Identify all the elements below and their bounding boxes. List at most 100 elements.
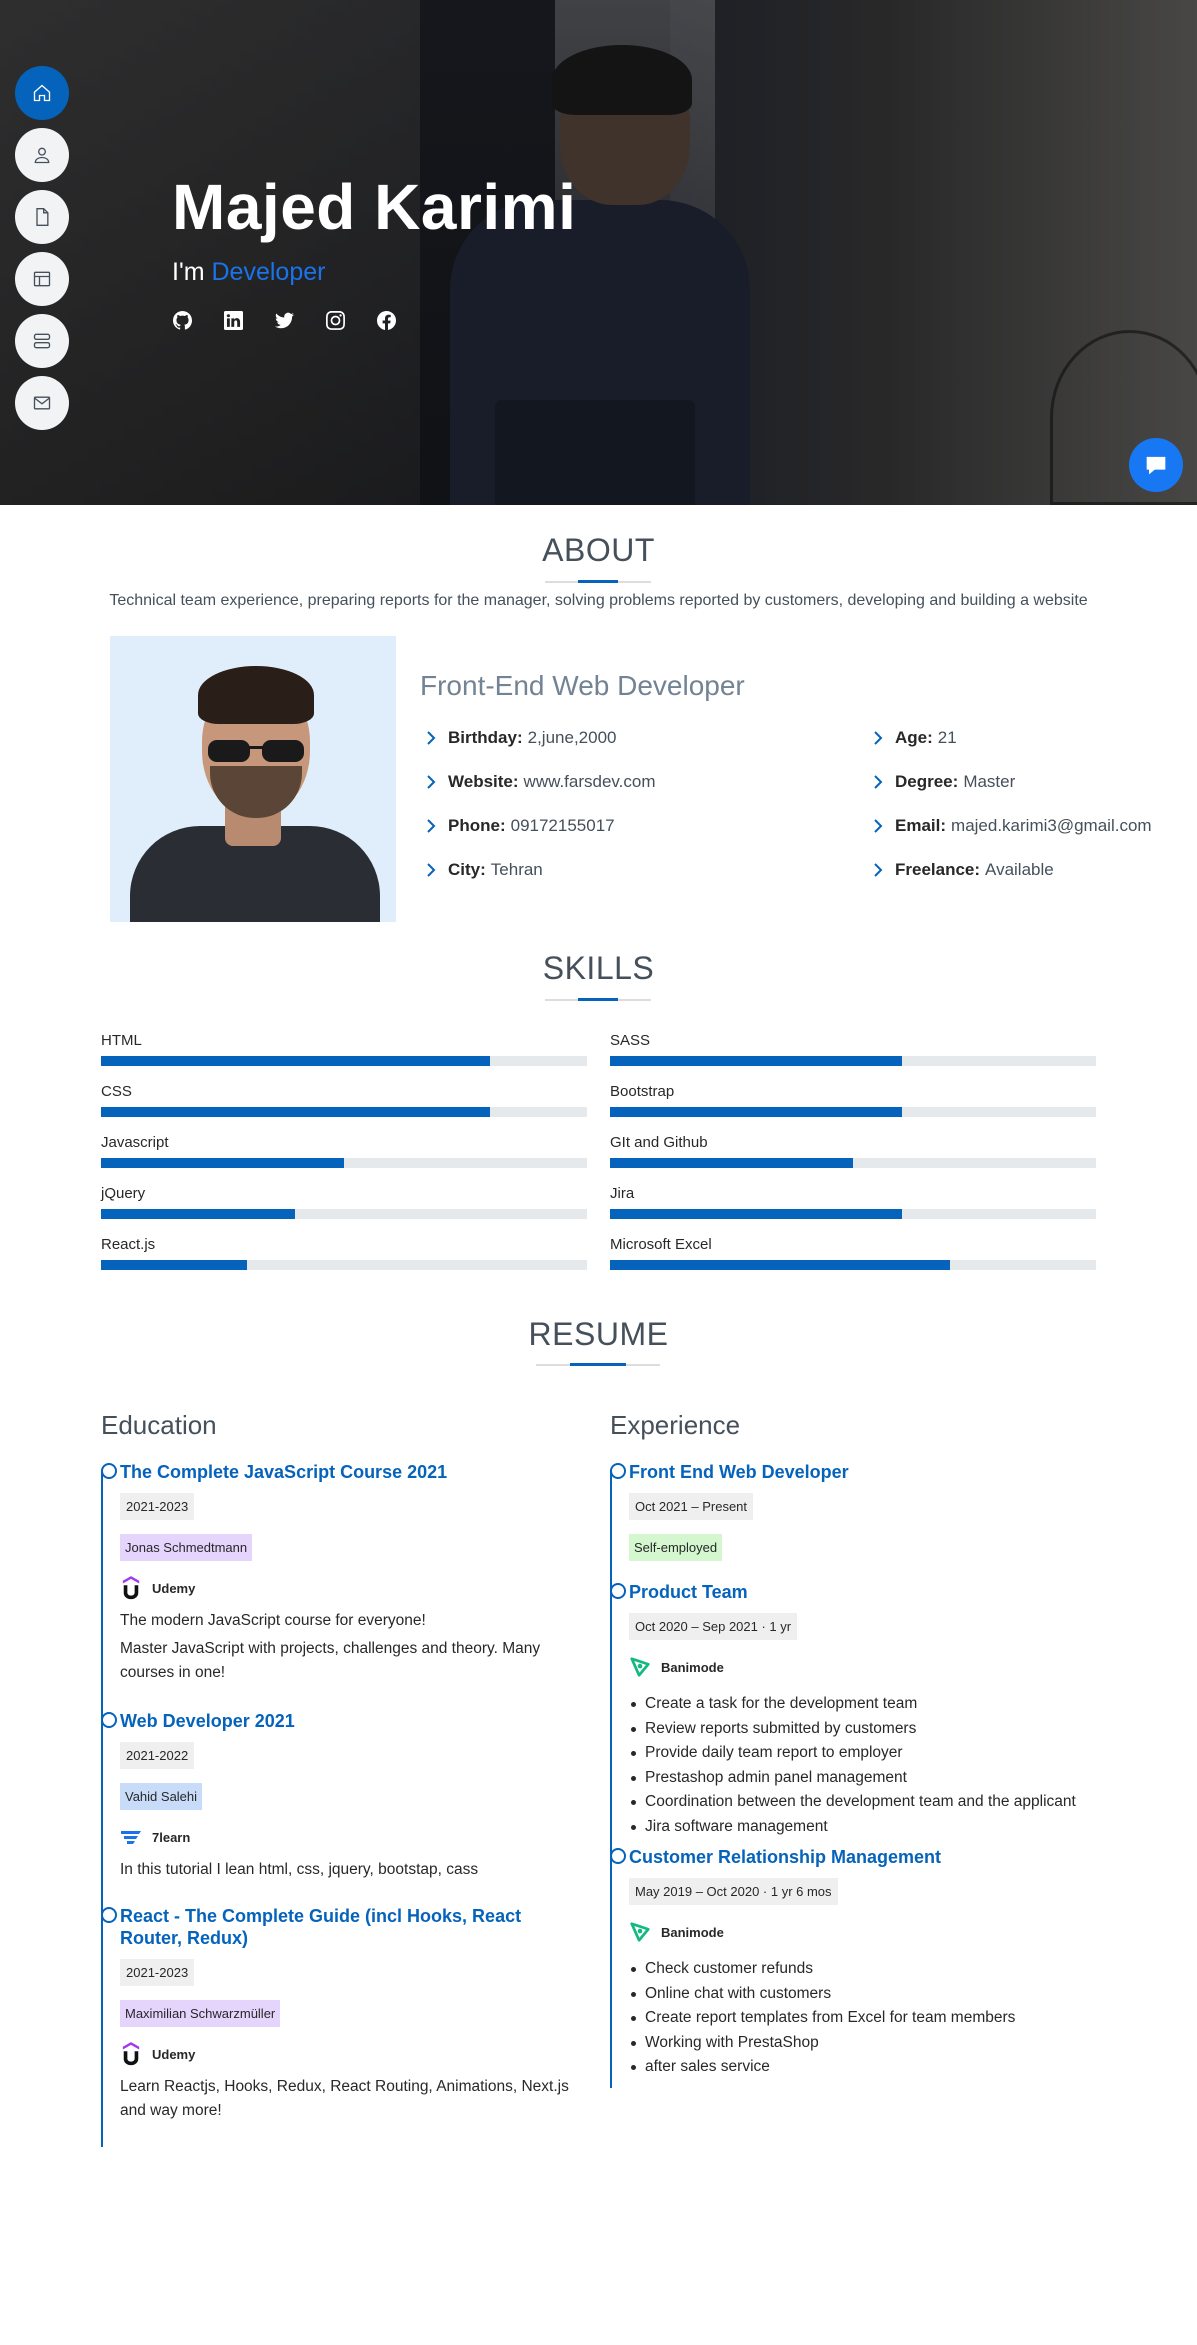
education-item-date: 2021-2023 bbox=[120, 1493, 195, 1520]
hero-subtitle: I'm Developer bbox=[172, 258, 325, 287]
skill-name: Jira bbox=[610, 1185, 635, 1202]
facebook-icon[interactable] bbox=[376, 310, 397, 331]
list-item: Prestashop admin panel management bbox=[629, 1766, 1089, 1791]
skill-progress-track bbox=[610, 1209, 1096, 1219]
skill-progress-fill bbox=[101, 1260, 247, 1270]
nav-home-button[interactable] bbox=[15, 66, 69, 120]
linkedin-icon[interactable] bbox=[223, 310, 244, 331]
hero-typed-text: Developer bbox=[211, 258, 326, 286]
experience-timeline bbox=[610, 1470, 612, 2088]
side-navigation bbox=[15, 66, 69, 430]
instructor-tag: Maximilian Schwarzmüller bbox=[120, 2000, 281, 2027]
timeline-dot bbox=[101, 1463, 117, 1479]
skill-progress-track bbox=[101, 1158, 587, 1168]
7learn-logo-icon bbox=[120, 1823, 142, 1851]
skill-name: Microsoft Excel bbox=[610, 1236, 712, 1253]
experience-item-date: Oct 2021 – Present bbox=[629, 1493, 754, 1520]
nav-contact-button[interactable] bbox=[15, 376, 69, 430]
education-item-title: React - The Complete Guide (incl Hooks, … bbox=[120, 1906, 522, 1948]
file-icon bbox=[36, 208, 49, 226]
chevron-right-icon bbox=[871, 819, 885, 833]
education-desc: Master JavaScript with projects, challen… bbox=[120, 1640, 541, 1681]
skill-progress-fill bbox=[610, 1107, 902, 1117]
list-item: Coordination between the development tea… bbox=[629, 1790, 1089, 1815]
skill-progress-track bbox=[610, 1107, 1096, 1117]
education-title: Education bbox=[101, 1410, 217, 1440]
skill-item: jQuery bbox=[101, 1185, 587, 1219]
nav-resume-button[interactable] bbox=[15, 190, 69, 244]
skill-progress-fill bbox=[101, 1158, 344, 1168]
info-email: Email: majed.karimi3@gmail.com bbox=[871, 816, 1152, 836]
list-item: Check customer refunds bbox=[629, 1957, 1089, 1982]
skill-progress-fill bbox=[610, 1260, 951, 1270]
person-icon bbox=[34, 147, 50, 164]
skill-name: jQuery bbox=[101, 1185, 146, 1202]
profile-photo bbox=[110, 636, 396, 922]
resume-title: RESUME bbox=[528, 1316, 669, 1352]
list-item: Working with PrestaShop bbox=[629, 2031, 1089, 2056]
udemy-logo-icon bbox=[120, 1574, 142, 1602]
udemy-logo-icon bbox=[120, 2040, 142, 2068]
skill-item: Microsoft Excel bbox=[610, 1236, 1096, 1270]
skill-item: Jira bbox=[610, 1185, 1096, 1219]
skill-name: Bootstrap bbox=[610, 1083, 675, 1100]
chevron-right-icon bbox=[871, 775, 885, 789]
education-org: 7learn bbox=[120, 1822, 580, 1852]
experience-item: Product Team Oct 2020 – Sep 2021 · 1 yr … bbox=[610, 1581, 1089, 1839]
hero-prefix: I'm bbox=[172, 258, 205, 286]
instructor-tag: Jonas Schmedtmann bbox=[120, 1534, 253, 1561]
list-item: after sales service bbox=[629, 2055, 1089, 2080]
instagram-icon[interactable] bbox=[325, 310, 346, 331]
banimode-logo-icon bbox=[629, 1653, 651, 1681]
experience-org: Banimode bbox=[629, 1917, 1089, 1947]
education-desc: Learn Reactjs, Hooks, Redux, React Routi… bbox=[120, 2078, 569, 2119]
timeline-dot bbox=[101, 1907, 117, 1923]
info-website: Website: www.farsdev.com bbox=[424, 772, 656, 792]
education-org: Udemy bbox=[120, 1573, 580, 1603]
chevron-right-icon bbox=[424, 863, 438, 877]
education-timeline bbox=[101, 1470, 103, 2147]
skill-item: GIt and Github bbox=[610, 1134, 1096, 1168]
experience-item-date: May 2019 – Oct 2020 · 1 yr 6 mos bbox=[629, 1878, 838, 1905]
experience-item-date: Oct 2020 – Sep 2021 · 1 yr bbox=[629, 1613, 798, 1640]
skill-progress-fill bbox=[610, 1056, 902, 1066]
portfolio-icon bbox=[33, 271, 51, 287]
info-phone: Phone: 09172155017 bbox=[424, 816, 615, 836]
chat-icon bbox=[1146, 456, 1166, 475]
nav-portfolio-button[interactable] bbox=[15, 252, 69, 306]
education-org: Udemy bbox=[120, 2039, 580, 2069]
education-item: Web Developer 2021 2021-2022 Vahid Saleh… bbox=[101, 1710, 580, 1882]
skills-title-underline bbox=[545, 998, 651, 1001]
skill-progress-track bbox=[101, 1209, 587, 1219]
skill-progress-track bbox=[101, 1056, 587, 1066]
twitter-icon[interactable] bbox=[274, 310, 295, 331]
list-item: Create report templates from Excel for t… bbox=[629, 2006, 1089, 2031]
education-org-name: Udemy bbox=[152, 2046, 196, 2062]
chevron-right-icon bbox=[424, 731, 438, 745]
nav-services-button[interactable] bbox=[15, 314, 69, 368]
education-desc: The modern JavaScript course for everyon… bbox=[120, 1612, 426, 1629]
experience-item-title: Product Team bbox=[629, 1582, 748, 1602]
skill-progress-track bbox=[101, 1260, 587, 1270]
banimode-logo-icon bbox=[629, 1918, 651, 1946]
education-org-name: 7learn bbox=[152, 1829, 191, 1845]
experience-item: Customer Relationship Management May 201… bbox=[610, 1846, 1089, 2080]
skill-item: Bootstrap bbox=[610, 1083, 1096, 1117]
education-desc: In this tutorial I lean html, css, jquer… bbox=[120, 1861, 479, 1878]
list-item: Provide daily team report to employer bbox=[629, 1741, 1089, 1766]
skill-progress-fill bbox=[610, 1209, 902, 1219]
experience-item-title: Customer Relationship Management bbox=[629, 1847, 942, 1867]
skill-item: SASS bbox=[610, 1032, 1096, 1066]
github-icon[interactable] bbox=[172, 310, 193, 331]
nav-about-button[interactable] bbox=[15, 128, 69, 182]
timeline-dot bbox=[610, 1463, 626, 1479]
info-degree: Degree: Master bbox=[871, 772, 1015, 792]
education-item-date: 2021-2022 bbox=[120, 1742, 195, 1769]
about-description: Technical team experience, preparing rep… bbox=[109, 592, 1088, 609]
education-org-name: Udemy bbox=[152, 1580, 196, 1596]
chat-button[interactable] bbox=[1129, 438, 1183, 492]
info-age: Age: 21 bbox=[871, 728, 957, 748]
list-item: Review reports submitted by customers bbox=[629, 1717, 1089, 1742]
education-item-title: Web Developer 2021 bbox=[120, 1711, 295, 1731]
skill-item: React.js bbox=[101, 1236, 587, 1270]
